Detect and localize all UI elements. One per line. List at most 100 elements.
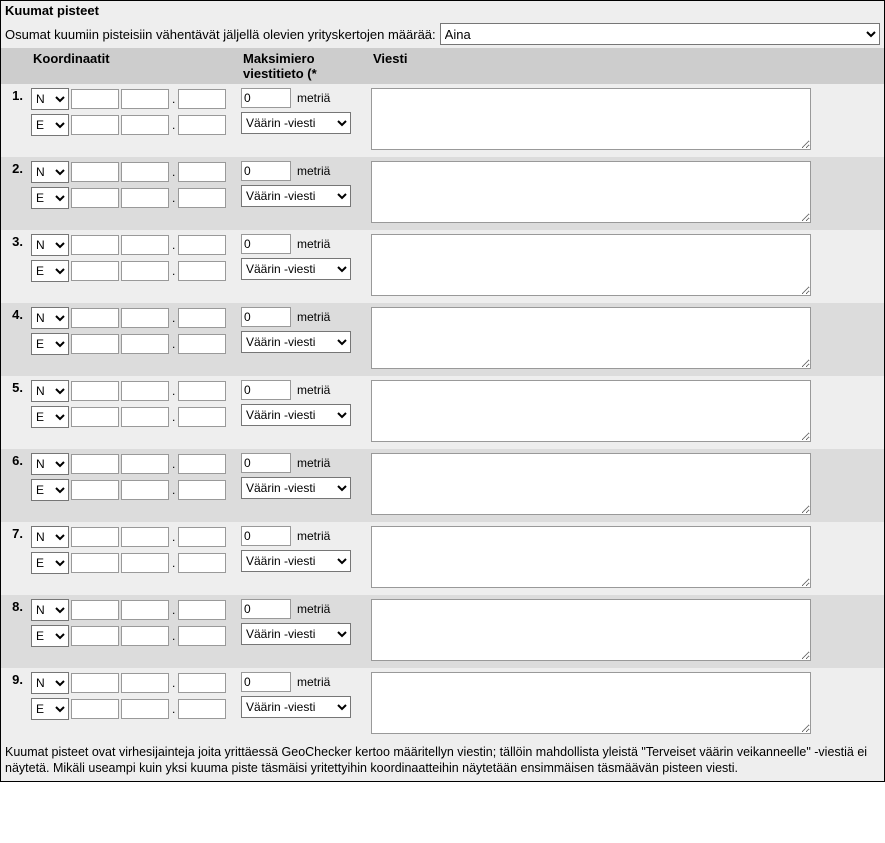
lon-deg-input[interactable]	[71, 407, 119, 427]
message-type-select[interactable]: Väärin -viesti	[241, 258, 351, 280]
lon-minfrac-input[interactable]	[178, 699, 226, 719]
message-textarea[interactable]	[371, 234, 811, 296]
lon-min-input[interactable]	[121, 626, 169, 646]
lon-minfrac-input[interactable]	[178, 480, 226, 500]
lon-min-input[interactable]	[121, 334, 169, 354]
lat-min-input[interactable]	[121, 308, 169, 328]
lat-deg-input[interactable]	[71, 600, 119, 620]
lat-min-input[interactable]	[121, 673, 169, 693]
distance-input[interactable]	[241, 88, 291, 108]
message-textarea[interactable]	[371, 672, 811, 734]
lon-deg-input[interactable]	[71, 115, 119, 135]
lat-deg-input[interactable]	[71, 381, 119, 401]
lat-minfrac-input[interactable]	[178, 308, 226, 328]
lat-dir-select[interactable]: N	[31, 380, 69, 402]
lon-deg-input[interactable]	[71, 334, 119, 354]
lon-deg-input[interactable]	[71, 699, 119, 719]
message-type-select[interactable]: Väärin -viesti	[241, 696, 351, 718]
lat-deg-input[interactable]	[71, 89, 119, 109]
lon-min-input[interactable]	[121, 261, 169, 281]
message-type-select[interactable]: Väärin -viesti	[241, 404, 351, 426]
message-type-select[interactable]: Väärin -viesti	[241, 331, 351, 353]
lat-dir-select[interactable]: N	[31, 307, 69, 329]
distance-input[interactable]	[241, 161, 291, 181]
distance-input[interactable]	[241, 453, 291, 473]
lat-dir-select[interactable]: N	[31, 161, 69, 183]
lat-min-input[interactable]	[121, 162, 169, 182]
lon-min-input[interactable]	[121, 480, 169, 500]
lon-min-input[interactable]	[121, 407, 169, 427]
lon-minfrac-input[interactable]	[178, 553, 226, 573]
distance-input[interactable]	[241, 234, 291, 254]
lon-min-input[interactable]	[121, 699, 169, 719]
lat-minfrac-input[interactable]	[178, 89, 226, 109]
lat-deg-input[interactable]	[71, 235, 119, 255]
message-textarea[interactable]	[371, 161, 811, 223]
lon-min-input[interactable]	[121, 115, 169, 135]
lat-min-input[interactable]	[121, 454, 169, 474]
lat-dir-select[interactable]: N	[31, 88, 69, 110]
lat-minfrac-input[interactable]	[178, 600, 226, 620]
lat-minfrac-input[interactable]	[178, 673, 226, 693]
lon-min-input[interactable]	[121, 188, 169, 208]
lat-min-input[interactable]	[121, 89, 169, 109]
lon-minfrac-input[interactable]	[178, 115, 226, 135]
lat-dir-select[interactable]: N	[31, 234, 69, 256]
lon-dir-select[interactable]: E	[31, 333, 69, 355]
message-type-select[interactable]: Väärin -viesti	[241, 477, 351, 499]
lat-dir-select[interactable]: N	[31, 453, 69, 475]
lon-dir-select[interactable]: E	[31, 187, 69, 209]
lat-dir-select[interactable]: N	[31, 526, 69, 548]
lat-deg-input[interactable]	[71, 308, 119, 328]
lon-dir-select[interactable]: E	[31, 114, 69, 136]
lat-minfrac-input[interactable]	[178, 454, 226, 474]
lon-dir-select[interactable]: E	[31, 406, 69, 428]
lat-dir-select[interactable]: N	[31, 672, 69, 694]
lat-minfrac-input[interactable]	[178, 235, 226, 255]
distance-input[interactable]	[241, 380, 291, 400]
lat-deg-input[interactable]	[71, 162, 119, 182]
distance-input[interactable]	[241, 307, 291, 327]
lon-minfrac-input[interactable]	[178, 334, 226, 354]
distance-input[interactable]	[241, 672, 291, 692]
message-type-select[interactable]: Väärin -viesti	[241, 550, 351, 572]
lat-min-input[interactable]	[121, 235, 169, 255]
message-type-select[interactable]: Väärin -viesti	[241, 623, 351, 645]
lon-deg-input[interactable]	[71, 261, 119, 281]
lat-deg-input[interactable]	[71, 527, 119, 547]
lon-deg-input[interactable]	[71, 626, 119, 646]
lon-deg-input[interactable]	[71, 480, 119, 500]
lon-dir-select[interactable]: E	[31, 260, 69, 282]
message-textarea[interactable]	[371, 599, 811, 661]
lon-dir-select[interactable]: E	[31, 698, 69, 720]
lon-minfrac-input[interactable]	[178, 407, 226, 427]
lat-min-input[interactable]	[121, 527, 169, 547]
lat-dir-select[interactable]: N	[31, 599, 69, 621]
message-textarea[interactable]	[371, 88, 811, 150]
lat-minfrac-input[interactable]	[178, 162, 226, 182]
message-type-select[interactable]: Väärin -viesti	[241, 185, 351, 207]
lat-deg-input[interactable]	[71, 454, 119, 474]
lon-deg-input[interactable]	[71, 188, 119, 208]
distance-input[interactable]	[241, 599, 291, 619]
message-textarea[interactable]	[371, 380, 811, 442]
lat-min-input[interactable]	[121, 600, 169, 620]
lat-min-input[interactable]	[121, 381, 169, 401]
lon-dir-select[interactable]: E	[31, 552, 69, 574]
lon-dir-select[interactable]: E	[31, 479, 69, 501]
hits-reduce-select[interactable]: Aina	[440, 23, 880, 45]
lon-minfrac-input[interactable]	[178, 188, 226, 208]
lon-dir-select[interactable]: E	[31, 625, 69, 647]
message-type-select[interactable]: Väärin -viesti	[241, 112, 351, 134]
message-textarea[interactable]	[371, 453, 811, 515]
lat-minfrac-input[interactable]	[178, 527, 226, 547]
message-textarea[interactable]	[371, 526, 811, 588]
lat-minfrac-input[interactable]	[178, 381, 226, 401]
lon-minfrac-input[interactable]	[178, 626, 226, 646]
lat-deg-input[interactable]	[71, 673, 119, 693]
lon-min-input[interactable]	[121, 553, 169, 573]
lon-minfrac-input[interactable]	[178, 261, 226, 281]
message-textarea[interactable]	[371, 307, 811, 369]
lon-deg-input[interactable]	[71, 553, 119, 573]
distance-input[interactable]	[241, 526, 291, 546]
